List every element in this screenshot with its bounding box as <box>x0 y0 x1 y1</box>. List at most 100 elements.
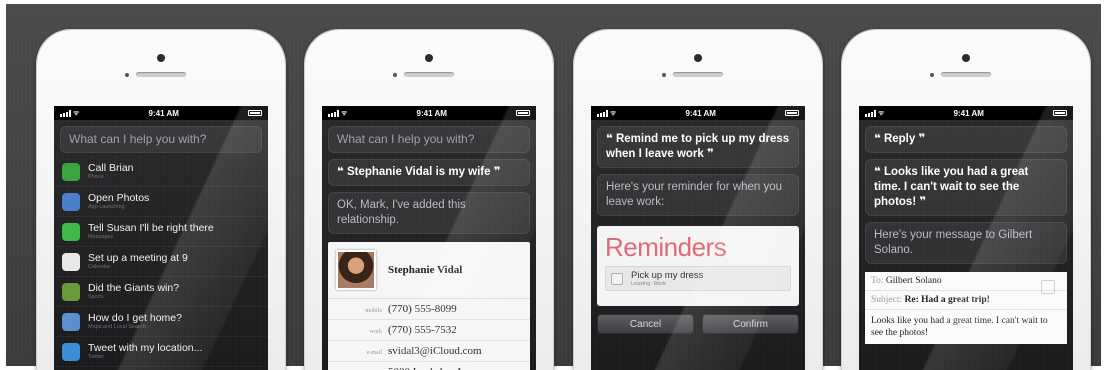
suggestion-item[interactable]: Open Photos App Launching <box>54 187 268 217</box>
reminder-item[interactable]: Pick up my dress Leaving: Work <box>605 266 791 291</box>
message-body: Looks like you had a great time. I can't… <box>871 316 1048 338</box>
suggestion-text: Call Brian Phone <box>88 162 134 181</box>
camera-icon <box>425 54 433 62</box>
contact-label: mobile <box>365 308 382 314</box>
suggestion-title: Tell Susan I'll be right there <box>88 222 214 234</box>
suggestion-title: Open Photos <box>88 192 150 204</box>
button-row: Cancel Confirm <box>597 314 799 334</box>
sensor-icon <box>930 73 934 77</box>
contact-header: Stephanie Vidal <box>328 242 530 299</box>
screen: ᯤ 9:41 AM ❝ Remind me to pick up my dres… <box>591 106 805 370</box>
add-contact-icon[interactable] <box>1041 280 1055 294</box>
suggestion-item[interactable]: Call Brian Phone <box>54 157 268 187</box>
avatar <box>336 250 376 290</box>
user-quote: ❝ Remind me to pick up my dress when I l… <box>597 126 799 168</box>
suggestion-text: Tweet with my location... Twitter <box>88 342 202 361</box>
user-quote-reply: ❝ Reply ❞ <box>865 126 1067 153</box>
siri-response: OK, Mark, I've added this relationship. <box>328 192 530 234</box>
phone-icon <box>62 162 80 181</box>
contact-label: e-mail <box>366 350 382 356</box>
suggestion-subtitle: Phone <box>88 174 104 180</box>
contact-label: work <box>369 329 382 335</box>
phone-siri-contact: ᯤ 9:41 AM What can I help you with? ❝ St… <box>305 30 553 370</box>
contact-row[interactable]: e-mail svidal3@iCloud.com <box>328 341 530 362</box>
phone-siri-reminder: ᯤ 9:41 AM ❝ Remind me to pick up my dres… <box>574 30 822 370</box>
phone-siri-message: ᯤ 9:41 AM ❝ Reply ❞ ❝ Looks like you had… <box>842 30 1090 370</box>
suggestion-subtitle: Sports <box>88 294 104 300</box>
wifi-icon: ᯤ <box>878 109 885 117</box>
suggestion-text: Tell Susan I'll be right there Messages <box>88 222 214 241</box>
suggestion-title: Tweet with my location... <box>88 342 203 354</box>
suggestion-item[interactable]: How do I get home? Maps and Local Search <box>54 307 268 337</box>
subject-label: Subject: <box>871 295 903 305</box>
wifi-icon: ᯤ <box>610 109 617 117</box>
suggestion-item[interactable]: Tell Susan I'll be right there Messages <box>54 217 268 247</box>
photos-icon <box>62 192 80 211</box>
contact-rows: mobile (770) 555-8099 work (770) 555-7532 e-… <box>328 299 530 370</box>
screen: ᯤ 9:41 AM What can I help you with? ❝ St… <box>322 106 536 370</box>
sports-icon <box>62 282 80 301</box>
phone-siri-suggestions: ᯤ 9:41 AM What can I help you with? Call… <box>37 30 285 370</box>
sensor-icon <box>662 73 666 77</box>
signal-icon: ᯤ <box>328 109 347 118</box>
suggestion-text: Open Photos App Launching <box>88 192 149 211</box>
maps-icon <box>62 312 80 331</box>
wifi-icon: ᯤ <box>73 109 80 117</box>
checkbox[interactable] <box>611 272 623 285</box>
reminders-title: Reminders <box>605 232 727 262</box>
speaker-icon <box>136 72 186 77</box>
to-row: To: Gilbert Solano <box>865 272 1067 291</box>
reminder-subtitle: Leaving: Work <box>631 281 667 287</box>
siri-response: Here's your reminder for when you leave … <box>597 174 799 216</box>
status-bar: ᯤ 9:41 AM <box>322 106 536 120</box>
signal-icon: ᯤ <box>597 109 616 118</box>
contact-row[interactable]: home5000 Locksley Av <box>328 362 530 370</box>
battery-icon <box>1052 110 1067 116</box>
suggestion-subtitle: App Launching <box>88 204 125 210</box>
to-label: To: <box>871 276 884 286</box>
screen: ᯤ 9:41 AM ❝ Reply ❞ ❝ Looks like you had… <box>859 106 1073 370</box>
user-quote: ❝ Stephanie Vidal is my wife ❞ <box>328 159 530 186</box>
status-bar: ᯤ 9:41 AM <box>591 106 805 120</box>
battery-icon <box>247 110 262 116</box>
battery-icon <box>784 110 799 116</box>
siri-response: Here's your message to Gilbert Solano. <box>865 222 1067 264</box>
message-card[interactable]: To: Gilbert Solano Subject: Re: Had a gr… <box>865 272 1067 344</box>
siri-prompt: What can I help you with? <box>328 126 530 153</box>
contact-name: Stephanie Vidal <box>388 264 463 276</box>
suggestion-subtitle: Messages <box>88 234 114 240</box>
contact-row[interactable]: work (770) 555-7532 <box>328 320 530 341</box>
speaker-icon <box>941 72 991 77</box>
camera-icon <box>157 54 165 62</box>
suggestion-item[interactable]: Tweet with my location... Twitter <box>54 337 268 367</box>
suggestion-title: How do I get home? <box>88 312 182 324</box>
cancel-button[interactable]: Cancel <box>597 314 694 334</box>
contact-value: 5000 Locksley Av <box>388 366 468 370</box>
contact-value: svidal3@iCloud.com <box>388 345 482 357</box>
subject-row: Subject: Re: Had a great trip! <box>865 291 1067 310</box>
status-time: 9:41 AM <box>416 108 447 118</box>
suggestion-title: Call Brian <box>88 162 134 174</box>
sensor-icon <box>125 73 129 77</box>
suggestion-title: Set up a meeting at 9 <box>88 252 188 264</box>
suggestion-title: Did the Giants win? <box>88 282 180 294</box>
suggestion-text: How do I get home? Maps and Local Search <box>88 312 182 331</box>
suggestion-list: Call Brian Phone Open Photos App Launching T… <box>54 157 268 367</box>
status-time: 9:41 AM <box>685 108 716 118</box>
confirm-button[interactable]: Confirm <box>702 314 799 334</box>
suggestion-item[interactable]: Did the Giants win? Sports <box>54 277 268 307</box>
speaker-icon <box>404 72 454 77</box>
reminder-card: Reminders Pick up my dress Leaving: Work <box>597 226 799 306</box>
contact-row[interactable]: mobile (770) 555-8099 <box>328 299 530 320</box>
screen: ᯤ 9:41 AM What can I help you with? Call… <box>54 106 268 370</box>
sensor-icon <box>393 73 397 77</box>
suggestion-subtitle: Calendar <box>88 264 111 270</box>
status-bar: ᯤ 9:41 AM <box>859 106 1073 120</box>
contact-card[interactable]: Stephanie Vidal mobile (770) 555-8099 work… <box>328 242 530 370</box>
speaker-icon <box>673 72 723 77</box>
suggestion-item[interactable]: Set up a meeting at 9 Calendar <box>54 247 268 277</box>
wifi-icon: ᯤ <box>341 109 348 117</box>
messages-icon <box>62 222 80 241</box>
suggestion-text: Set up a meeting at 9 Calendar <box>88 252 188 271</box>
twitter-icon <box>62 342 80 361</box>
